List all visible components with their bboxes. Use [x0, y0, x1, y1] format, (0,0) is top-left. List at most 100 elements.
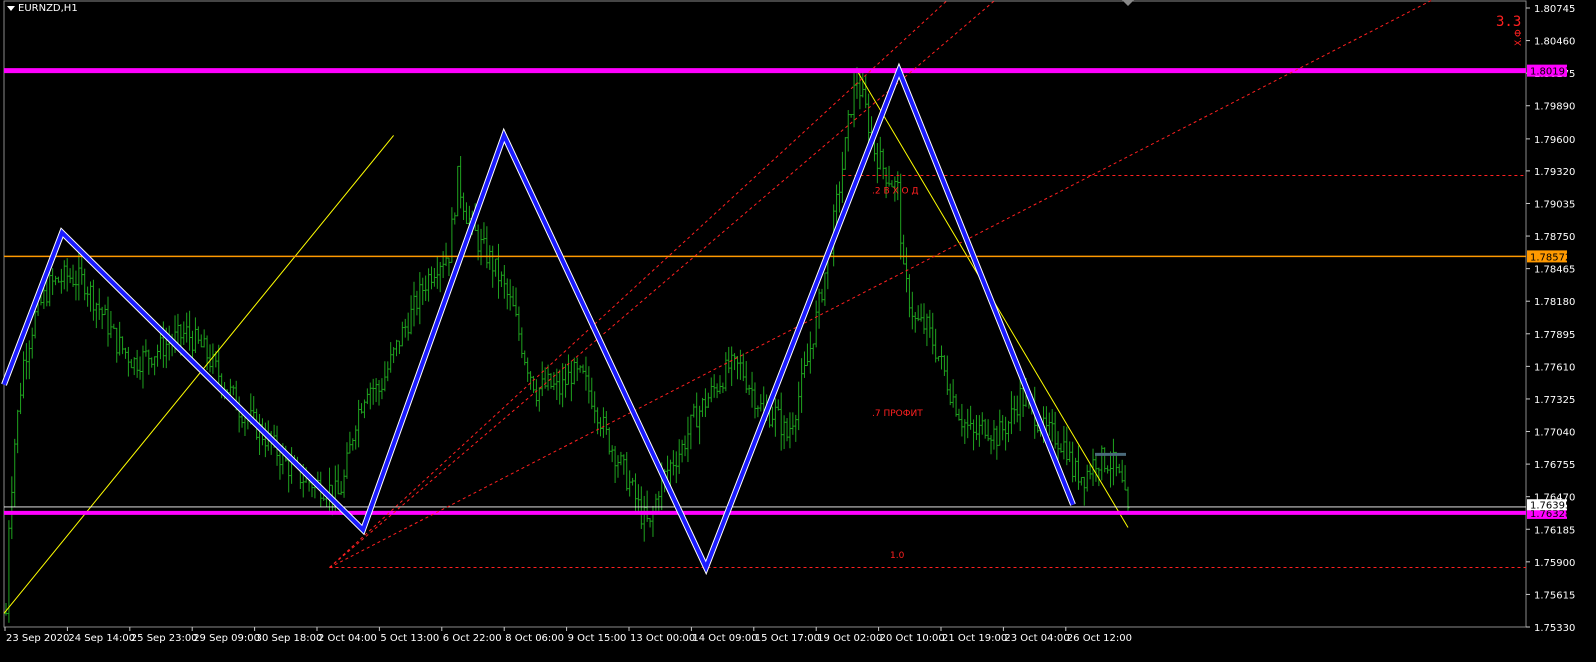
price-bar: [785, 418, 789, 442]
x-tick-label: 25 Sep 23:00: [131, 633, 198, 644]
price-bar: [680, 439, 684, 463]
price-bar: [339, 481, 343, 495]
price-bar: [689, 414, 693, 450]
price-bar: [925, 313, 929, 347]
price-bar: [569, 360, 573, 402]
price-bar: [902, 234, 906, 265]
price-bar: [835, 184, 839, 227]
price-bar: [907, 274, 911, 318]
price-bar: [444, 242, 448, 267]
fib-annotation: 1.0: [890, 551, 905, 561]
price-bar: [380, 378, 384, 400]
price-bar: [450, 207, 454, 263]
price-bar: [706, 392, 710, 408]
price-bar: [779, 392, 783, 451]
price-bar: [919, 303, 923, 322]
price-bar: [543, 367, 547, 389]
price-bar: [383, 361, 387, 392]
price-bar: [403, 318, 407, 338]
x-tick-label: 21 Oct 19:00: [942, 633, 1007, 644]
price-bar: [456, 165, 460, 217]
y-tick-label: 1.79035: [1534, 199, 1575, 210]
price-bar: [479, 228, 483, 266]
price-bar: [677, 439, 681, 474]
price-bar: [590, 377, 594, 410]
price-bar: [1100, 445, 1104, 481]
price-bar: [115, 327, 119, 363]
price-bar: [759, 394, 763, 412]
price-bar: [464, 202, 468, 224]
price-bar: [843, 137, 847, 170]
x-tick-label: 23 Oct 04:00: [1004, 633, 1069, 644]
y-tick-label: 1.80460: [1534, 37, 1575, 48]
price-bar: [794, 414, 798, 442]
price-bar: [1065, 426, 1069, 466]
price-bar: [100, 306, 104, 330]
y-tick-label: 1.77325: [1534, 395, 1575, 406]
price-bar: [508, 279, 512, 311]
price-bar: [71, 264, 75, 287]
price-bar: [485, 226, 489, 269]
y-tick-label: 1.79320: [1534, 167, 1575, 178]
y-tick-label: 1.79890: [1534, 102, 1575, 113]
price-bar: [502, 265, 506, 299]
price-bar: [695, 392, 699, 428]
price-bar: [957, 408, 961, 421]
price-bar: [549, 373, 553, 389]
price-bar: [526, 357, 530, 382]
x-tick-label: 2 Oct 04:00: [318, 633, 377, 644]
price-bar: [622, 454, 626, 475]
price-bar: [864, 75, 868, 109]
price-bar: [21, 351, 25, 399]
x-tick-label: 6 Oct 22:00: [443, 633, 502, 644]
price-bar: [776, 399, 780, 411]
x-tick-label: 14 Oct 09:00: [692, 633, 757, 644]
price-bar: [730, 346, 734, 387]
dropdown-triangle-icon[interactable]: [7, 6, 15, 11]
price-bar: [1076, 445, 1080, 490]
chart-canvas[interactable]: 1.807451.804601.801751.798901.796001.793…: [0, 0, 1596, 662]
price-bar: [348, 431, 352, 454]
price-bar: [791, 412, 795, 435]
price-bar: [721, 382, 725, 393]
price-bar: [625, 451, 629, 491]
price-bar: [406, 312, 410, 341]
x-tick-label: 15 Oct 17:00: [755, 633, 820, 644]
price-bar: [995, 425, 999, 460]
price-bar: [208, 344, 212, 373]
price-bar: [922, 303, 926, 334]
price-bar: [1079, 476, 1083, 486]
price-bar: [564, 363, 568, 398]
price-bar: [814, 300, 818, 348]
price-bar: [147, 349, 151, 375]
price-bar: [386, 361, 390, 382]
price-bar: [986, 419, 990, 442]
price-bar: [252, 396, 256, 421]
price-bar: [517, 306, 521, 341]
price-bar: [24, 343, 28, 380]
price-bar: [141, 345, 145, 389]
price-bar: [1001, 415, 1005, 441]
price-bar: [51, 268, 55, 295]
price-bar: [520, 327, 524, 359]
price-bar: [837, 181, 841, 213]
price-bar: [939, 345, 943, 370]
price-bar: [960, 403, 964, 437]
price-bar: [948, 383, 952, 406]
price-bar: [121, 336, 125, 355]
price-bar: [438, 261, 442, 293]
price-bar: [531, 375, 535, 393]
price-bar: [578, 365, 582, 373]
price-bar: [491, 245, 495, 288]
x-tick-label: 5 Oct 13:00: [380, 633, 439, 644]
price-bar: [610, 445, 614, 463]
price-bar: [231, 385, 235, 396]
price-bar: [683, 435, 687, 457]
price-bar: [345, 442, 349, 479]
price-bar: [397, 340, 401, 355]
price-bar: [529, 371, 533, 390]
price-bar: [435, 256, 439, 289]
chart-window[interactable]: 1.807451.804601.801751.798901.796001.793…: [0, 0, 1596, 662]
price-bar: [601, 407, 605, 438]
y-tick-label: 1.78180: [1534, 297, 1575, 308]
